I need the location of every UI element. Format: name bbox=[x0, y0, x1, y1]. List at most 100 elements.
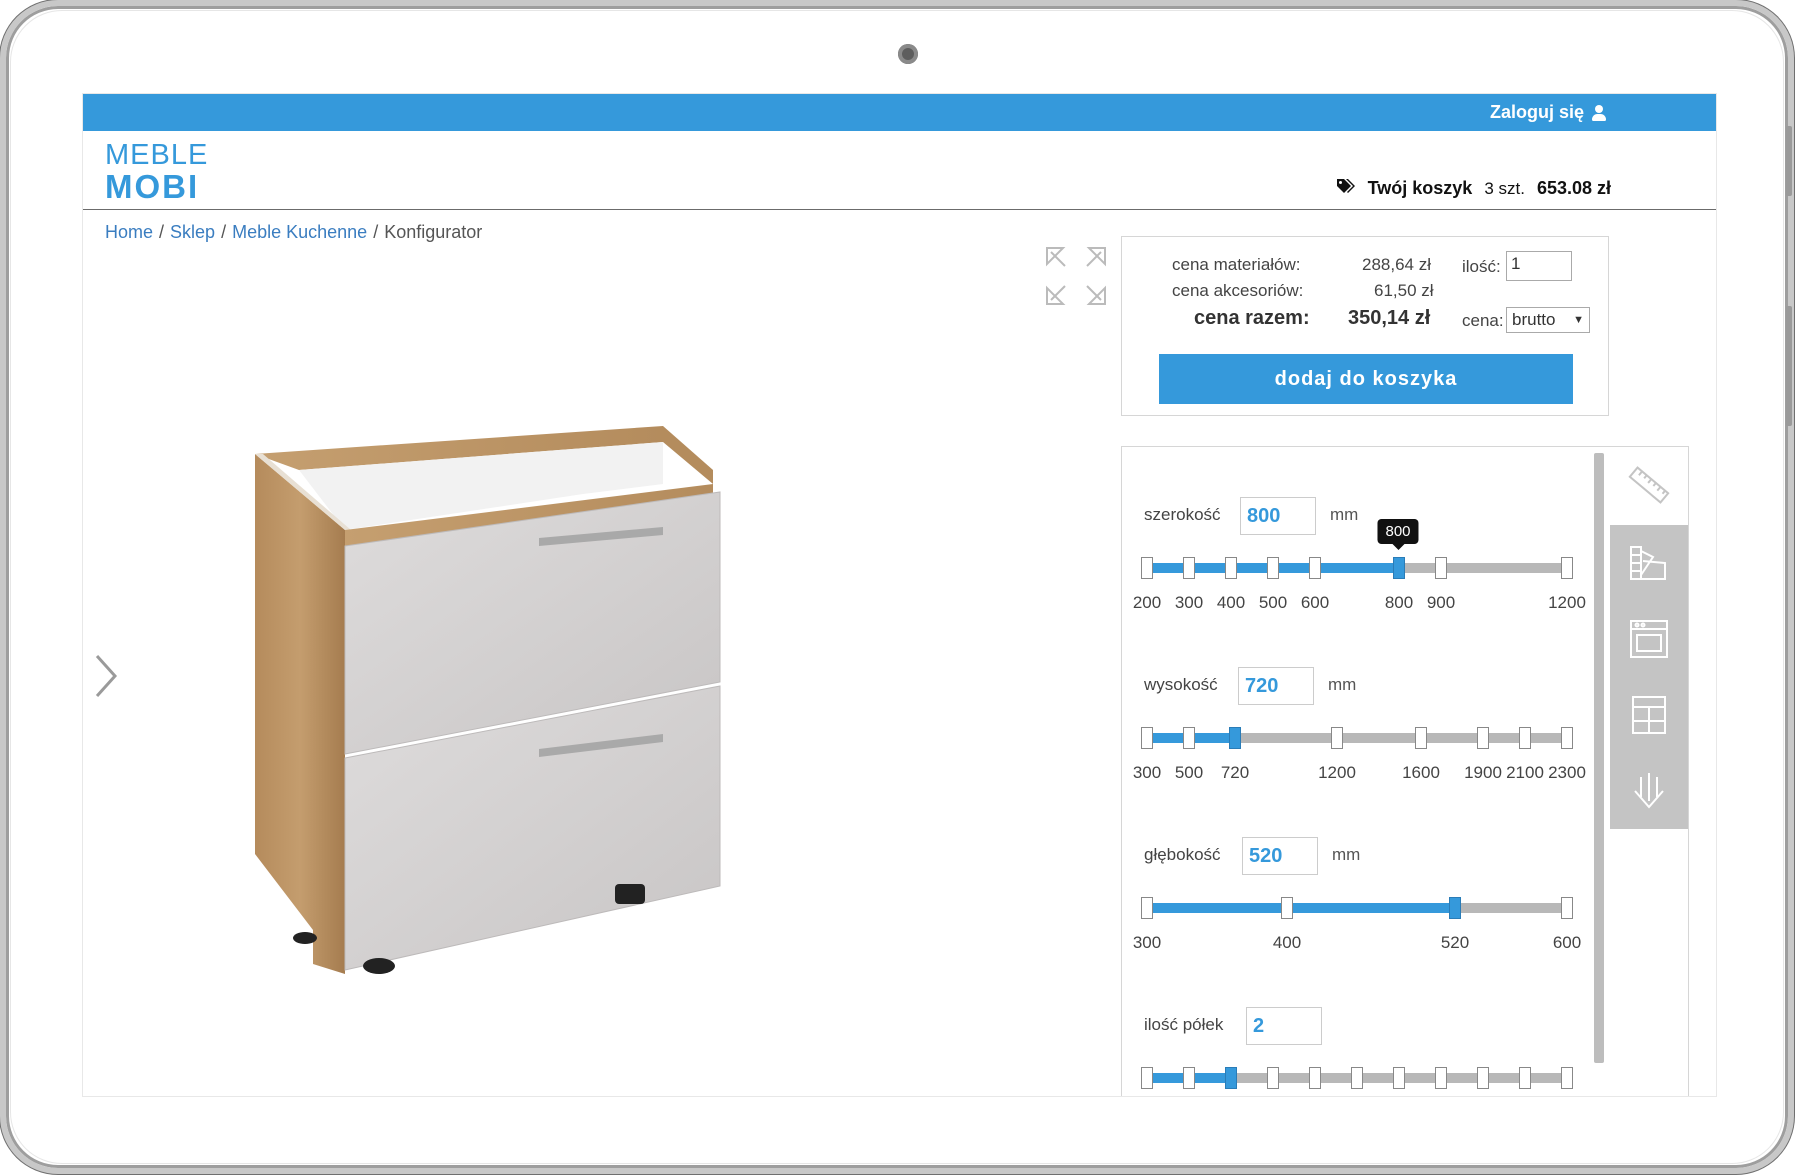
qty-input[interactable]: 1 bbox=[1506, 251, 1572, 281]
palette-icon bbox=[1630, 546, 1666, 580]
materials-value: 288,64 zł bbox=[1362, 255, 1431, 274]
slider-node[interactable] bbox=[1561, 1067, 1573, 1089]
tab-dimensions[interactable] bbox=[1610, 447, 1688, 523]
accessories-value: 61,50 zł bbox=[1374, 281, 1434, 300]
slider-node[interactable] bbox=[1415, 727, 1427, 749]
breadcrumb: Home / Sklep / Meble Kuchenne / Konfigurato… bbox=[105, 222, 482, 243]
breadcrumb-home[interactable]: Home bbox=[105, 222, 153, 243]
height-label: wysokość bbox=[1144, 675, 1218, 694]
height-tick: 300 bbox=[1132, 763, 1162, 782]
depth-label: głębokość bbox=[1144, 845, 1221, 864]
breadcrumb-sklep[interactable]: Sklep bbox=[170, 222, 215, 243]
slider-node[interactable] bbox=[1225, 557, 1237, 579]
fullscreen-icon[interactable] bbox=[1045, 246, 1107, 306]
tag-icon bbox=[1336, 177, 1356, 200]
slider-node[interactable] bbox=[1561, 897, 1573, 919]
width-tick: 1200 bbox=[1548, 593, 1586, 612]
chevron-left-icon[interactable] bbox=[93, 654, 119, 710]
slider-node[interactable] bbox=[1281, 897, 1293, 919]
slider-node[interactable] bbox=[1267, 557, 1279, 579]
slider-node[interactable] bbox=[1435, 1067, 1447, 1089]
tab-accessories[interactable] bbox=[1610, 753, 1688, 829]
width-tick: 500 bbox=[1258, 593, 1288, 612]
slider-node[interactable] bbox=[1477, 727, 1489, 749]
width-slider[interactable] bbox=[1141, 553, 1573, 583]
qty-label: ilość: bbox=[1462, 257, 1501, 276]
materials-label: cena materiałów: bbox=[1172, 255, 1301, 274]
slider-node[interactable] bbox=[1183, 557, 1195, 579]
slider-node[interactable] bbox=[1561, 727, 1573, 749]
slider-node[interactable] bbox=[1141, 897, 1153, 919]
depth-tick: 520 bbox=[1440, 933, 1470, 952]
cena-select[interactable]: brutto ▼ bbox=[1506, 307, 1590, 333]
slider-node[interactable] bbox=[1477, 1067, 1489, 1089]
height-tick: 500 bbox=[1174, 763, 1204, 782]
depth-tick: 400 bbox=[1272, 933, 1302, 952]
ruler-icon bbox=[1628, 466, 1670, 504]
slider-node[interactable] bbox=[1141, 727, 1153, 749]
handle-icon bbox=[1634, 773, 1664, 809]
scrollbar[interactable] bbox=[1594, 453, 1604, 1063]
slider-fill bbox=[1147, 903, 1455, 913]
slider-node[interactable] bbox=[1183, 1067, 1195, 1089]
logo[interactable]: MEBLE MOBI bbox=[105, 139, 209, 205]
side-button bbox=[1786, 306, 1792, 426]
cart-total: 653.08 zł bbox=[1536, 178, 1611, 198]
slider-handle[interactable] bbox=[1393, 557, 1405, 579]
height-tick: 720 bbox=[1220, 763, 1250, 782]
breadcrumb-separator: / bbox=[159, 222, 165, 242]
height-input[interactable]: 720 bbox=[1238, 667, 1314, 705]
breadcrumb-meble-kuchenne[interactable]: Meble Kuchenne bbox=[232, 222, 367, 243]
slider-node[interactable] bbox=[1519, 1067, 1531, 1089]
height-tick: 1200 bbox=[1318, 763, 1356, 782]
height-tick: 2300 bbox=[1548, 763, 1586, 782]
cart-label: Twój koszyk bbox=[1367, 178, 1473, 198]
logo-top-text: MEBLE bbox=[105, 139, 209, 171]
slider-node[interactable] bbox=[1309, 557, 1321, 579]
slider-node[interactable] bbox=[1393, 1067, 1405, 1089]
width-unit: mm bbox=[1330, 505, 1359, 524]
site-header: MEBLE MOBI Twój koszyk 3 szt. 653.08 zł bbox=[83, 131, 1716, 210]
shelves-slider[interactable] bbox=[1141, 1063, 1573, 1093]
tab-appliances[interactable] bbox=[1610, 601, 1688, 677]
login-link[interactable]: Zaloguj się bbox=[1490, 102, 1606, 123]
width-input[interactable]: 800 bbox=[1240, 497, 1316, 535]
slider-node[interactable] bbox=[1519, 727, 1531, 749]
slider-node[interactable] bbox=[1141, 1067, 1153, 1089]
depth-slider[interactable] bbox=[1141, 893, 1573, 923]
price-panel: cena materiałów: 288,64 zł cena akcesori… bbox=[1121, 236, 1609, 416]
total-label: cena razem: bbox=[1194, 307, 1310, 329]
slider-handle[interactable] bbox=[1229, 727, 1241, 749]
screen: Zaloguj się MEBLE MOBI Twój koszyk 3 szt… bbox=[82, 93, 1717, 1097]
slider-node[interactable] bbox=[1331, 727, 1343, 749]
shelves-input[interactable]: 2 bbox=[1246, 1007, 1322, 1045]
cabinet-3d-preview[interactable] bbox=[243, 334, 883, 974]
chevron-down-icon: ▼ bbox=[1573, 314, 1584, 326]
cart-summary[interactable]: Twój koszyk 3 szt. 653.08 zł bbox=[1336, 177, 1611, 200]
breadcrumb-separator: / bbox=[373, 222, 379, 242]
slider-node[interactable] bbox=[1561, 557, 1573, 579]
breadcrumb-separator: / bbox=[221, 222, 227, 242]
slider-handle[interactable] bbox=[1449, 897, 1461, 919]
slider-node[interactable] bbox=[1351, 1067, 1363, 1089]
cena-select-value: brutto bbox=[1512, 310, 1556, 329]
configurator-panel: szerokość 800 mm 800 200 300 400 500 600… bbox=[1121, 446, 1689, 1096]
tab-colors[interactable] bbox=[1610, 525, 1688, 601]
depth-unit: mm bbox=[1332, 845, 1361, 864]
width-tick: 900 bbox=[1426, 593, 1456, 612]
height-slider[interactable] bbox=[1141, 723, 1573, 753]
slider-node[interactable] bbox=[1183, 727, 1195, 749]
slider-handle[interactable] bbox=[1225, 1067, 1237, 1089]
slider-node[interactable] bbox=[1141, 557, 1153, 579]
config-tabs bbox=[1610, 447, 1688, 831]
tab-layout[interactable] bbox=[1610, 677, 1688, 753]
slider-node[interactable] bbox=[1435, 557, 1447, 579]
depth-input[interactable]: 520 bbox=[1242, 837, 1318, 875]
top-bar: Zaloguj się bbox=[83, 94, 1716, 131]
slider-node[interactable] bbox=[1267, 1067, 1279, 1089]
add-to-cart-button[interactable]: dodaj do koszyka bbox=[1159, 354, 1573, 404]
slider-node[interactable] bbox=[1309, 1067, 1321, 1089]
cart-count: 3 szt. bbox=[1484, 178, 1525, 198]
depth-tick: 300 bbox=[1132, 933, 1162, 952]
logo-bottom-text: MOBI bbox=[105, 168, 200, 205]
